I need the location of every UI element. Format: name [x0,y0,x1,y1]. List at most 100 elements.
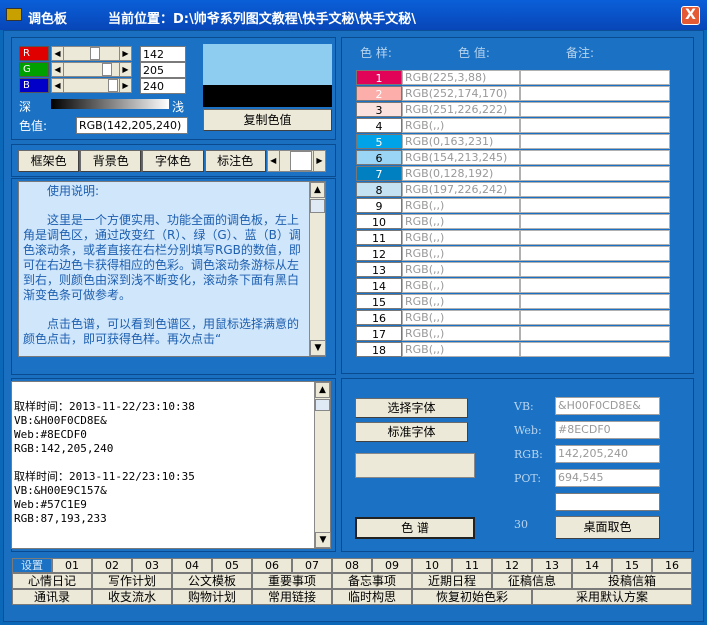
scroll-up-icon[interactable]: ▲ [315,382,330,398]
swatch-note[interactable] [520,86,670,101]
command-button[interactable]: 近期日程 [412,573,492,589]
command-button[interactable]: 投稿信箱 [572,573,692,589]
g-scrollbar[interactable]: ◀ ▶ [51,62,132,77]
command-button[interactable]: 常用链接 [252,589,332,605]
swatch-note[interactable] [520,262,670,277]
swatch-sample[interactable]: 7 [356,166,402,181]
swatch-value[interactable]: RGB(251,226,222) [402,102,520,117]
command-button[interactable]: 通讯录 [12,589,92,605]
target-tab[interactable]: 字体色 [142,150,204,172]
b-scrollbar[interactable]: ◀ ▶ [51,78,132,93]
scroll-left-icon[interactable]: ◀ [52,47,64,60]
swatch-sample[interactable]: 5 [356,134,402,149]
swatch-sample[interactable]: 16 [356,310,402,325]
swatch-value[interactable]: RGB(154,213,245) [402,150,520,165]
command-button[interactable]: 采用默认方案 [532,589,692,605]
swatch-value[interactable]: RGB(,,) [402,230,520,245]
command-button[interactable]: 购物计划 [172,589,252,605]
swatch-sample[interactable]: 6 [356,150,402,165]
tab-slot[interactable]: 02 [92,558,132,573]
swatch-value[interactable]: RGB(,,) [402,294,520,309]
tab-slot[interactable]: 11 [452,558,492,573]
swatch-sample[interactable]: 8 [356,182,402,197]
swatch-sample[interactable]: 10 [356,214,402,229]
swatch-sample[interactable]: 15 [356,294,402,309]
scroll-right-icon[interactable]: ▶ [312,151,325,171]
g-scroll-thumb[interactable] [102,63,112,76]
tab-slot[interactable]: 01 [52,558,92,573]
swatch-value[interactable]: RGB(,,) [402,262,520,277]
swatch-value[interactable]: RGB(,,) [402,278,520,293]
r-scrollbar[interactable]: ◀ ▶ [51,46,132,61]
swatch-note[interactable] [520,150,670,165]
swatch-value[interactable]: RGB(,,) [402,310,520,325]
swatch-note[interactable] [520,294,670,309]
swatch-value[interactable]: RGB(,,) [402,198,520,213]
scroll-up-icon[interactable]: ▲ [310,182,325,198]
command-button[interactable]: 征稿信息 [492,573,572,589]
extra-field[interactable] [555,493,660,511]
scroll-down-icon[interactable]: ▼ [315,532,331,548]
swatch-sample[interactable]: 2 [356,86,402,101]
swatch-value[interactable]: RGB(,,) [402,214,520,229]
command-button[interactable]: 临时构思 [332,589,412,605]
swatch-note[interactable] [520,70,670,85]
scroll-left-icon[interactable]: ◀ [52,79,64,92]
target-scrollbar[interactable]: ◀ ▶ [266,150,326,172]
tab-slot[interactable]: 04 [172,558,212,573]
b-value-input[interactable]: 240 [140,78,186,94]
standard-font-button[interactable]: 标准字体 [355,422,468,442]
swatch-sample[interactable]: 12 [356,246,402,261]
scroll-down-icon[interactable]: ▼ [310,340,326,356]
swatch-note[interactable] [520,310,670,325]
copy-color-button[interactable]: 复制色值 [203,109,332,131]
tab-slot[interactable]: 06 [252,558,292,573]
swatch-sample[interactable]: 9 [356,198,402,213]
web-code-field[interactable]: #8ECDF0 [555,421,660,439]
command-button[interactable]: 重要事项 [252,573,332,589]
r-value-input[interactable]: 142 [140,46,186,62]
desktop-pick-button[interactable]: 桌面取色 [555,516,660,539]
scroll-right-icon[interactable]: ▶ [119,63,131,76]
command-button[interactable]: 公文模板 [172,573,252,589]
swatch-note[interactable] [520,134,670,149]
swatch-value[interactable]: RGB(225,3,88) [402,70,520,85]
b-scroll-thumb[interactable] [108,79,118,92]
swatch-value[interactable]: RGB(,,) [402,246,520,261]
tab-slot[interactable]: 07 [292,558,332,573]
swatch-note[interactable] [520,214,670,229]
swatch-sample[interactable]: 11 [356,230,402,245]
swatch-value[interactable]: RGB(252,174,170) [402,86,520,101]
swatch-sample[interactable]: 17 [356,326,402,341]
scroll-thumb[interactable] [315,399,330,411]
swatch-sample[interactable]: 4 [356,118,402,133]
target-tab[interactable]: 标注色 [204,150,266,172]
command-button[interactable]: 心情日记 [12,573,92,589]
swatch-note[interactable] [520,326,670,341]
tab-slot[interactable]: 09 [372,558,412,573]
swatch-note[interactable] [520,198,670,213]
scroll-right-icon[interactable]: ▶ [119,79,131,92]
rgb-code-field[interactable]: 142,205,240 [555,445,660,463]
swatch-value[interactable]: RGB(0,163,231) [402,134,520,149]
swatch-note[interactable] [520,182,670,197]
target-tab[interactable]: 框架色 [18,150,80,172]
pot-field[interactable]: 694,545 [555,469,660,487]
tab-settings[interactable]: 设置 [12,558,52,573]
tab-slot[interactable]: 08 [332,558,372,573]
swatch-sample[interactable]: 14 [356,278,402,293]
swatch-note[interactable] [520,342,670,357]
command-button[interactable]: 写作计划 [92,573,172,589]
swatch-note[interactable] [520,166,670,181]
scroll-left-icon[interactable]: ◀ [267,151,280,171]
target-tab[interactable]: 背景色 [80,150,142,172]
swatch-note[interactable] [520,278,670,293]
swatch-value[interactable]: RGB(,,) [402,342,520,357]
swatch-value[interactable]: RGB(0,128,192) [402,166,520,181]
swatch-value[interactable]: RGB(,,) [402,326,520,341]
swatch-sample[interactable]: 3 [356,102,402,117]
color-value-field[interactable]: RGB(142,205,240) [76,117,188,134]
swatch-value[interactable]: RGB(197,226,242) [402,182,520,197]
command-button[interactable]: 收支流水 [92,589,172,605]
swatch-note[interactable] [520,102,670,117]
